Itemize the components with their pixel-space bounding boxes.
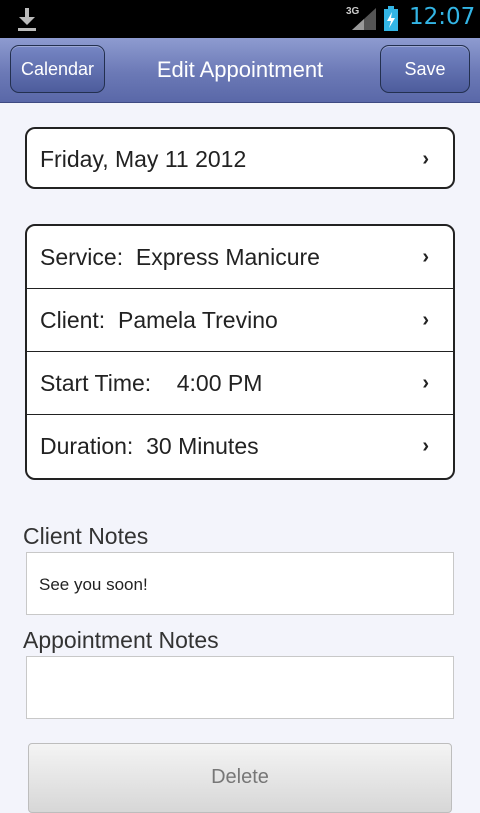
status-bar: 3G 12:07 [0,0,480,38]
date-label: Friday, May 11 2012 [40,146,247,172]
clock: 12:07 [409,4,476,30]
chevron-right-icon: › [422,148,429,170]
chevron-right-icon: › [422,372,429,394]
start-time-label: Start Time: 4:00 PM [40,370,263,396]
appointment-details-group: Service: Express Manicure › Client: Pame… [25,224,455,480]
appointment-notes-label: Appointment Notes [23,627,219,653]
signal-icon [352,8,376,30]
delete-button[interactable]: Delete [28,743,452,813]
start-time-row[interactable]: Start Time: 4:00 PM › [27,352,453,415]
title-bar: Calendar Edit Appointment Save [0,38,480,103]
client-label: Client: Pamela Trevino [40,307,278,333]
client-notes-label: Client Notes [23,523,149,549]
service-label: Service: Express Manicure [40,244,320,270]
service-row[interactable]: Service: Express Manicure › [27,226,453,289]
battery-charging-icon [384,6,398,31]
download-icon [18,8,36,31]
client-notes-field[interactable]: See you soon! [26,552,454,615]
duration-row[interactable]: Duration: 30 Minutes › [27,415,453,478]
page-title: Edit Appointment [156,57,324,82]
chevron-right-icon: › [422,246,429,268]
duration-label: Duration: 30 Minutes [40,433,259,459]
chevron-right-icon: › [422,309,429,331]
calendar-back-button[interactable]: Calendar [10,45,105,93]
date-row[interactable]: Friday, May 11 2012 › [27,129,453,187]
appointment-notes-field[interactable] [26,656,454,719]
save-button[interactable]: Save [380,45,470,93]
date-group: Friday, May 11 2012 › [25,127,455,189]
chevron-right-icon: › [422,435,429,457]
client-row[interactable]: Client: Pamela Trevino › [27,289,453,352]
